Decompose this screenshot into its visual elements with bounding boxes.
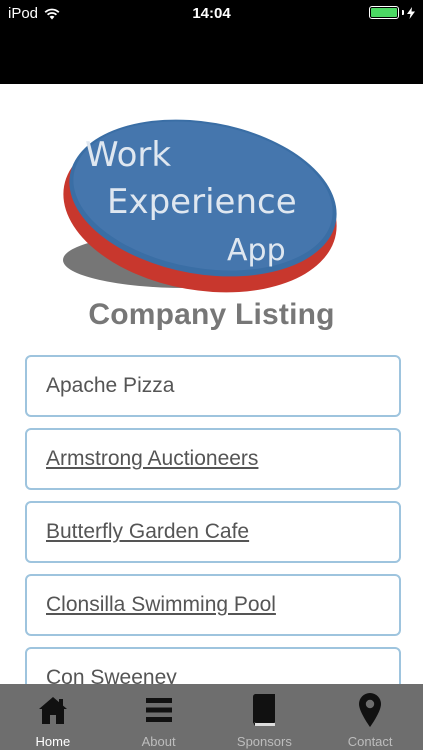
menu-icon: [145, 698, 172, 722]
clock: 14:04: [192, 5, 231, 22]
battery-icon: [369, 6, 399, 19]
company-list: Apache Pizza Armstrong Auctioneers Butte…: [25, 355, 401, 684]
battery-indicator: [369, 6, 415, 19]
charging-bolt-icon: [407, 6, 415, 19]
company-name-link[interactable]: Butterfly Garden Cafe: [46, 520, 249, 544]
tab-bar: Home About Sponsors Contact: [0, 684, 423, 750]
page-title: Company Listing: [88, 298, 335, 331]
company-name-link[interactable]: Clonsilla Swimming Pool: [46, 593, 276, 617]
book-icon: [253, 694, 276, 726]
tab-contact-label: Contact: [347, 734, 393, 749]
company-name: Apache Pizza: [46, 374, 175, 397]
tab-home[interactable]: Home: [0, 684, 106, 750]
logo-text-app: App: [227, 233, 286, 268]
main-content: Work Experience App Company Listing Apac…: [0, 84, 423, 684]
app-logo: Work Experience App: [63, 119, 337, 293]
company-list-item[interactable]: Apache Pizza: [25, 355, 401, 417]
tab-contact[interactable]: Contact: [317, 684, 423, 750]
status-bar: iPod 14:04: [0, 0, 423, 28]
location-pin-icon: [359, 693, 382, 727]
tab-home-label: Home: [35, 734, 71, 749]
company-list-item[interactable]: Armstrong Auctioneers: [25, 428, 401, 490]
navigation-bar: [0, 28, 423, 84]
company-list-item[interactable]: Butterfly Garden Cafe: [25, 501, 401, 563]
logo-text-work: Work: [85, 135, 171, 175]
company-name-link[interactable]: Armstrong Auctioneers: [46, 447, 258, 471]
tab-about-label: About: [141, 734, 176, 749]
home-icon: [38, 697, 67, 724]
tab-about[interactable]: About: [106, 684, 212, 750]
tab-sponsors[interactable]: Sponsors: [212, 684, 318, 750]
company-list-item[interactable]: Clonsilla Swimming Pool: [25, 574, 401, 636]
logo-text-experience: Experience: [107, 182, 297, 222]
tab-sponsors-label: Sponsors: [236, 734, 292, 749]
company-list-item[interactable]: Con Sweeney: [25, 647, 401, 684]
company-name: Con Sweeney: [46, 666, 177, 684]
